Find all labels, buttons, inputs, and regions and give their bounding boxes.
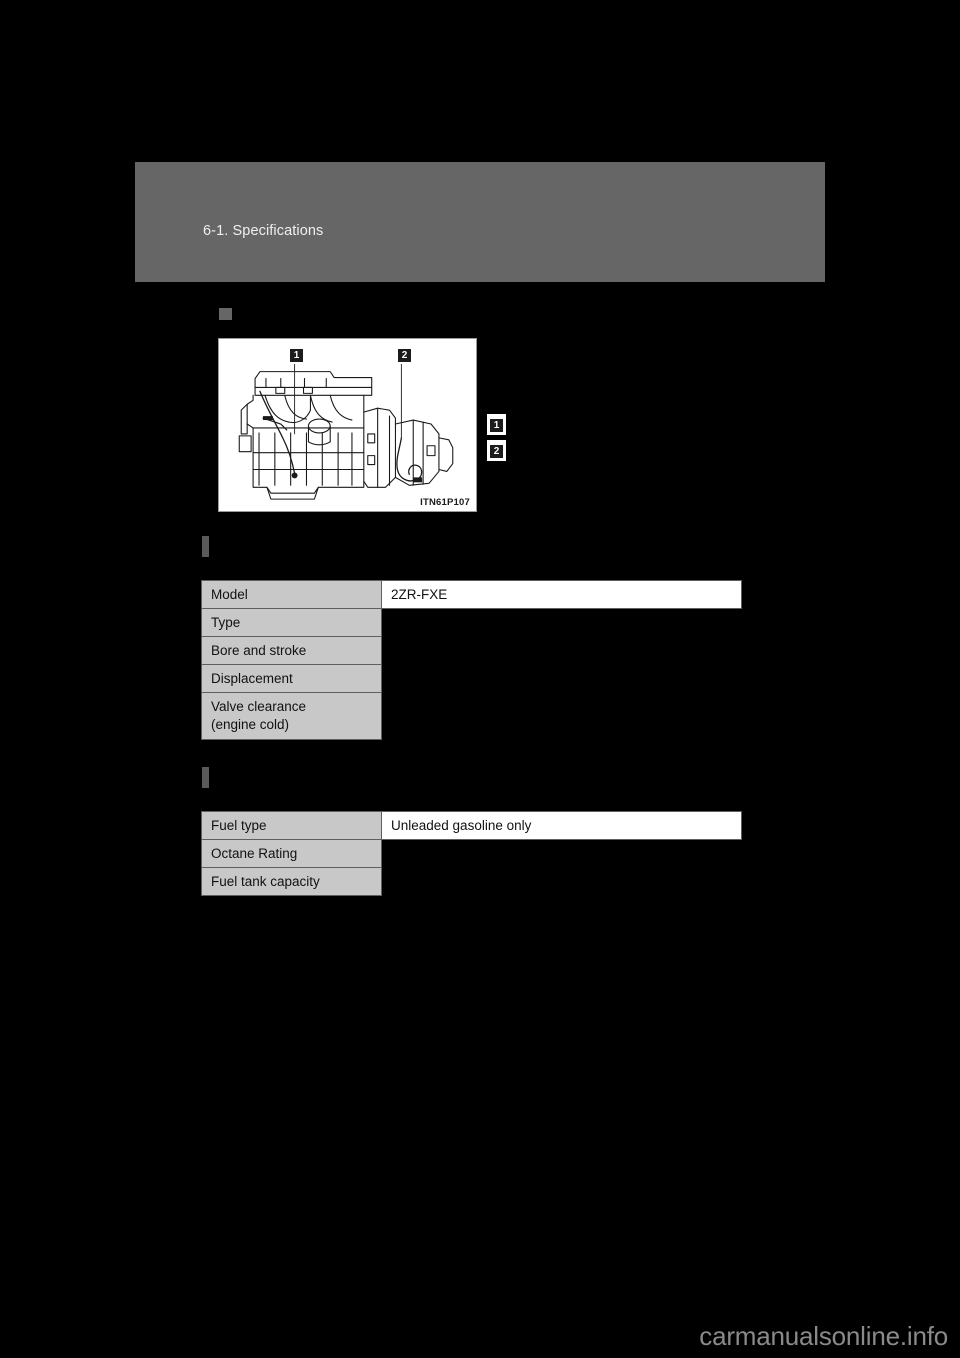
row-label-fuel-type: Fuel type xyxy=(201,811,382,840)
row-label-octane-rating: Octane Rating xyxy=(201,839,382,868)
row-value-displacement xyxy=(382,665,742,693)
figure-code: ITN61P107 xyxy=(420,497,470,508)
section-marker-square-icon xyxy=(219,308,232,320)
row-label-type: Type xyxy=(201,608,382,637)
row-label-model: Model xyxy=(201,580,382,609)
page-header-banner: 6-1. Specifications xyxy=(135,162,825,282)
row-value-fuel-tank-capacity xyxy=(382,868,742,896)
table-row: Octane Rating xyxy=(201,839,742,868)
row-label-valve-clearance: Valve clearance (engine cold) xyxy=(201,692,382,740)
engine-illustration-figure: 1 2 ITN61P107 xyxy=(218,338,477,512)
row-label-valve-clearance-line2: (engine cold) xyxy=(211,717,290,732)
row-label-displacement: Displacement xyxy=(201,664,382,693)
legend-badge-1: 1 xyxy=(488,417,505,434)
table-row: Type xyxy=(201,608,742,637)
legend-item-2: 2 xyxy=(487,440,506,461)
row-label-bore-and-stroke: Bore and stroke xyxy=(201,636,382,665)
section-marker-fuel-icon xyxy=(202,767,209,788)
table-row: Fuel type Unleaded gasoline only xyxy=(201,811,742,840)
row-value-octane-rating xyxy=(382,840,742,868)
row-value-fuel-type: Unleaded gasoline only xyxy=(381,811,742,840)
table-row: Valve clearance (engine cold) xyxy=(201,692,742,740)
section-marker-engine-icon xyxy=(202,536,209,557)
row-label-valve-clearance-line1: Valve clearance xyxy=(211,699,307,714)
row-value-bore-and-stroke xyxy=(382,637,742,665)
table-row: Displacement xyxy=(201,664,742,693)
row-value-valve-clearance xyxy=(382,693,742,740)
table-row: Fuel tank capacity xyxy=(201,867,742,896)
figure-callout-1: 1 xyxy=(288,347,305,364)
legend-item-1: 1 xyxy=(487,414,506,435)
site-watermark: carmanualsonline.info xyxy=(699,1321,948,1351)
row-label-fuel-tank-capacity: Fuel tank capacity xyxy=(201,867,382,896)
row-value-type xyxy=(382,609,742,637)
page-title: 6-1. Specifications xyxy=(203,223,324,239)
row-value-model: 2ZR-FXE xyxy=(381,580,742,609)
engine-specifications-table: Model 2ZR-FXE Type Bore and stroke Displ… xyxy=(201,580,742,740)
engine-line-drawing-icon xyxy=(238,360,454,500)
table-row: Model 2ZR-FXE xyxy=(201,580,742,609)
table-row: Bore and stroke xyxy=(201,636,742,665)
legend-badge-2: 2 xyxy=(488,443,505,460)
figure-callout-2: 2 xyxy=(396,347,413,364)
fuel-specifications-table: Fuel type Unleaded gasoline only Octane … xyxy=(201,811,742,896)
